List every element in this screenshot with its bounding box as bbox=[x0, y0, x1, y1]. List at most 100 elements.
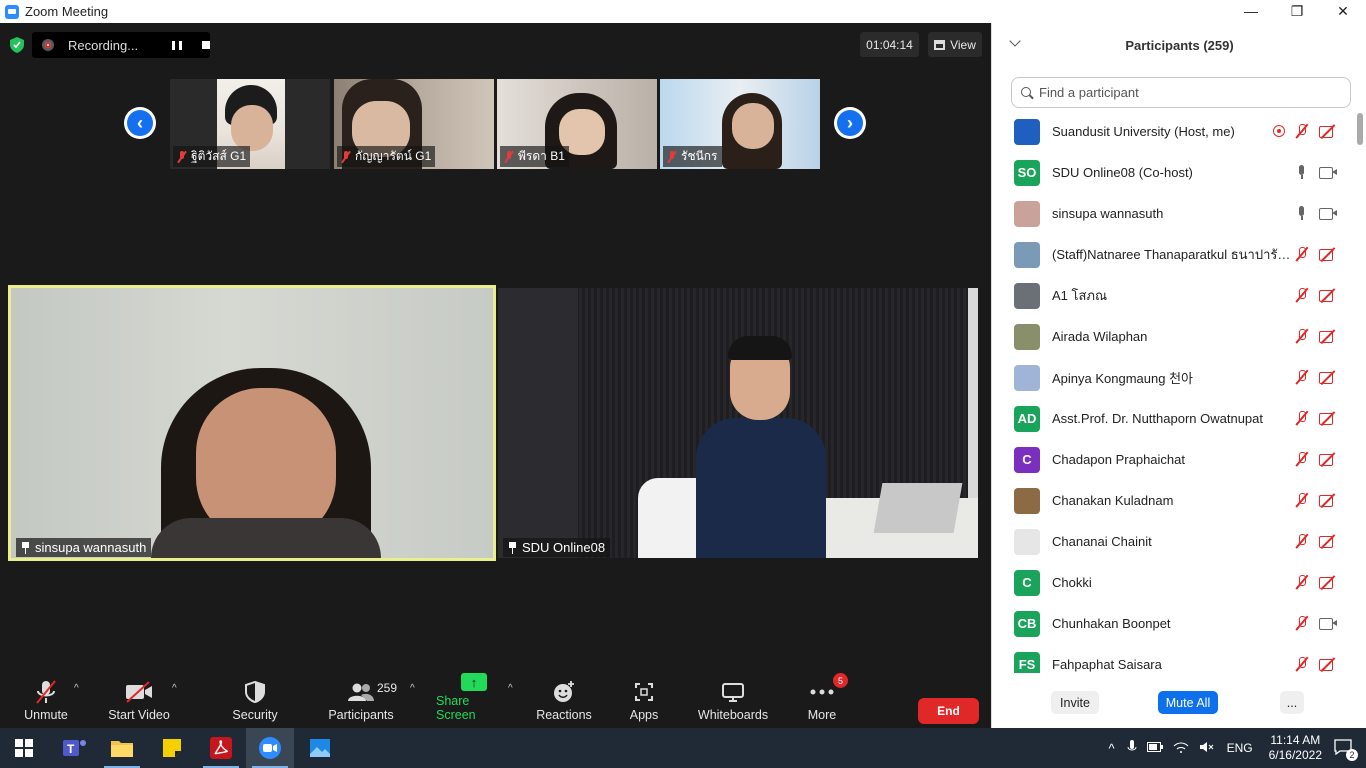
mic-muted-icon[interactable] bbox=[1295, 369, 1309, 385]
wifi-icon[interactable] bbox=[1173, 741, 1189, 756]
speaker-video[interactable]: SDU Online08 bbox=[498, 288, 978, 558]
mic-icon[interactable] bbox=[1295, 164, 1309, 180]
participant-row[interactable]: Suandusit University (Host, me) bbox=[992, 111, 1357, 152]
participant-name: A1 โสภณ bbox=[1052, 288, 1108, 303]
mic-muted-icon[interactable] bbox=[1295, 615, 1309, 631]
invite-button[interactable]: Invite bbox=[1051, 691, 1099, 714]
sticky-notes-app-icon[interactable] bbox=[148, 728, 196, 768]
mic-muted-icon[interactable] bbox=[1295, 287, 1309, 303]
participants-scrollbar[interactable] bbox=[1357, 111, 1363, 673]
mic-muted-icon[interactable] bbox=[1295, 246, 1309, 262]
video-off-icon[interactable] bbox=[1319, 328, 1337, 344]
video-options-chevron-icon[interactable]: ^ bbox=[172, 683, 177, 694]
video-off-icon[interactable] bbox=[1319, 369, 1337, 385]
mic-muted-icon[interactable] bbox=[1295, 656, 1309, 672]
mic-icon[interactable] bbox=[1295, 205, 1309, 221]
participant-search[interactable] bbox=[1011, 77, 1351, 108]
previous-page-button[interactable]: ‹ bbox=[124, 107, 156, 139]
restore-button[interactable]: ❐ bbox=[1274, 0, 1320, 23]
participant-row[interactable]: AD Asst.Prof. Dr. Nutthaporn Owatnupat bbox=[992, 398, 1357, 439]
video-thumbnail[interactable]: ฐิติวัสส์ G1 bbox=[170, 79, 330, 169]
mic-muted-icon[interactable] bbox=[1295, 574, 1309, 590]
unmute-button[interactable]: Unmute bbox=[14, 673, 78, 728]
share-screen-button[interactable]: ↑ Share Screen bbox=[436, 673, 512, 728]
minimize-button[interactable]: — bbox=[1228, 0, 1274, 23]
encryption-shield-icon[interactable] bbox=[8, 35, 26, 55]
mic-muted-icon[interactable] bbox=[1295, 123, 1309, 139]
mic-muted-icon[interactable] bbox=[1295, 410, 1309, 426]
view-button[interactable]: View bbox=[928, 32, 982, 57]
participant-row[interactable]: SO SDU Online08 (Co-host) bbox=[992, 152, 1357, 193]
pause-recording-icon[interactable] bbox=[172, 40, 183, 50]
volume-muted-icon[interactable] bbox=[1199, 741, 1215, 756]
mic-muted-icon[interactable] bbox=[1295, 492, 1309, 508]
apps-button[interactable]: Apps bbox=[622, 673, 666, 728]
mic-muted-icon[interactable] bbox=[1295, 533, 1309, 549]
input-language[interactable]: ENG bbox=[1227, 741, 1253, 755]
video-thumbnail[interactable]: รัชนีกร bbox=[660, 79, 820, 169]
video-off-icon[interactable] bbox=[1319, 533, 1337, 549]
participant-row[interactable]: Airada Wilaphan bbox=[992, 316, 1357, 357]
start-button[interactable] bbox=[0, 728, 48, 768]
acrobat-app-icon[interactable] bbox=[197, 728, 245, 768]
video-off-icon[interactable] bbox=[1319, 410, 1337, 426]
next-page-button[interactable]: › bbox=[834, 107, 866, 139]
close-button[interactable]: ✕ bbox=[1320, 0, 1366, 23]
file-explorer-app-icon[interactable] bbox=[98, 728, 146, 768]
taskbar-clock[interactable]: 11:14 AM 6/16/2022 bbox=[1269, 733, 1322, 763]
zoom-taskbar-icon[interactable] bbox=[246, 728, 294, 768]
video-off-icon[interactable] bbox=[1319, 451, 1337, 467]
video-thumbnail[interactable]: กัญญารัตน์ G1 bbox=[334, 79, 494, 169]
video-icon[interactable] bbox=[1319, 164, 1337, 180]
reactions-button[interactable]: Reactions bbox=[534, 673, 594, 728]
video-off-icon[interactable] bbox=[1319, 574, 1337, 590]
participant-row[interactable]: FS Fahpaphat Saisara bbox=[992, 644, 1357, 673]
participant-row[interactable]: sinsupa wannasuth bbox=[992, 193, 1357, 234]
clock-time: 11:14 AM bbox=[1270, 733, 1321, 747]
photos-app-icon[interactable] bbox=[296, 728, 344, 768]
more-button[interactable]: 5 More bbox=[802, 673, 848, 728]
mute-all-button[interactable]: Mute All bbox=[1158, 691, 1218, 714]
participant-row[interactable]: A1 โสภณ bbox=[992, 275, 1357, 316]
participant-row[interactable]: CB Chunhakan Boonpet bbox=[992, 603, 1357, 644]
participant-row[interactable]: C Chadapon Praphaichat bbox=[992, 439, 1357, 480]
unmute-label: Unmute bbox=[24, 708, 68, 722]
video-off-icon[interactable] bbox=[1319, 656, 1337, 672]
video-off-icon[interactable] bbox=[1319, 246, 1337, 262]
security-button[interactable]: Security bbox=[226, 673, 284, 728]
video-thumbnail[interactable]: พีรดา B1 bbox=[497, 79, 657, 169]
active-speaker-video[interactable]: sinsupa wannasuth bbox=[8, 285, 496, 561]
video-icon[interactable] bbox=[1319, 205, 1337, 221]
participant-row[interactable]: (Staff)Natnaree Thanaparatkul ธนาปารัชต์… bbox=[992, 234, 1357, 275]
participant-row[interactable]: Chananai Chainit bbox=[992, 521, 1357, 562]
mic-muted-icon[interactable] bbox=[1295, 328, 1309, 344]
participants-button[interactable]: 259 Participants bbox=[326, 673, 397, 728]
teams-app-icon[interactable]: T bbox=[50, 728, 98, 768]
show-hidden-icons-chevron-icon[interactable]: ^ bbox=[1108, 741, 1114, 756]
battery-icon[interactable] bbox=[1146, 741, 1163, 755]
share-options-chevron-icon[interactable]: ^ bbox=[508, 683, 513, 694]
participant-name: Asst.Prof. Dr. Nutthaporn Owatnupat bbox=[1052, 411, 1263, 426]
participant-search-input[interactable] bbox=[1039, 85, 1339, 100]
participant-name: Chokki bbox=[1052, 575, 1092, 590]
scrollbar-thumb[interactable] bbox=[1357, 113, 1363, 145]
microphone-tray-icon[interactable] bbox=[1127, 739, 1137, 757]
stop-recording-icon[interactable] bbox=[202, 41, 210, 49]
video-off-icon[interactable] bbox=[1319, 287, 1337, 303]
participant-row[interactable]: C Chokki bbox=[992, 562, 1357, 603]
participant-row[interactable]: Apinya Kongmaung 천아 bbox=[992, 357, 1357, 398]
audio-options-chevron-icon[interactable]: ^ bbox=[74, 683, 79, 694]
video-off-icon[interactable] bbox=[1319, 123, 1337, 139]
participant-row[interactable]: Chanakan Kuladnam bbox=[992, 480, 1357, 521]
start-video-button[interactable]: Start Video bbox=[104, 673, 174, 728]
end-meeting-button[interactable]: End bbox=[918, 698, 979, 724]
collapse-panel-chevron-icon[interactable] bbox=[1009, 35, 1021, 47]
participants-options-chevron-icon[interactable]: ^ bbox=[410, 683, 415, 694]
whiteboards-button[interactable]: Whiteboards bbox=[696, 673, 770, 728]
video-off-icon[interactable] bbox=[1319, 492, 1337, 508]
mic-muted-icon[interactable] bbox=[1295, 451, 1309, 467]
video-icon[interactable] bbox=[1319, 615, 1337, 631]
panel-more-button[interactable]: ... bbox=[1280, 691, 1304, 714]
thumbnail-name-tag: กัญญารัตน์ G1 bbox=[337, 146, 436, 167]
notifications-icon[interactable]: 2 bbox=[1334, 738, 1358, 761]
